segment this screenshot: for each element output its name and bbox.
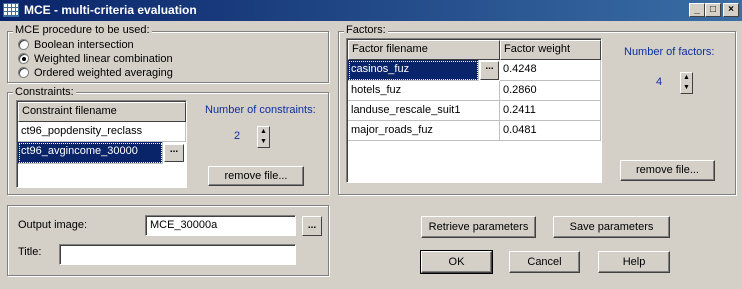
radio-ordered-weighted-averaging[interactable]: Ordered weighted averaging bbox=[18, 67, 173, 79]
factor-weight-header[interactable]: Factor weight bbox=[500, 40, 601, 60]
factor-weight-cell[interactable]: 0.2860 bbox=[500, 81, 601, 101]
constraint-filename-header[interactable]: Constraint filename bbox=[18, 102, 186, 122]
help-button[interactable]: Help bbox=[598, 251, 670, 273]
factor-weight-cell[interactable]: 0.4248 bbox=[500, 60, 601, 81]
close-button[interactable]: × bbox=[723, 3, 739, 17]
title-bar[interactable]: MCE - multi-criteria evaluation _ □ × bbox=[0, 0, 742, 21]
factors-group-label: Factors: bbox=[344, 24, 388, 36]
constraints-count-label: Number of constraints: bbox=[205, 104, 316, 116]
factors-remove-file-button[interactable]: remove file... bbox=[620, 160, 715, 181]
output-image-field[interactable]: MCE_30000a bbox=[145, 215, 296, 236]
spin-up-icon[interactable]: ▲ bbox=[258, 127, 269, 137]
constraint-row-selected[interactable]: ct96_avgincome_30000 bbox=[18, 142, 163, 164]
factor-filename-header[interactable]: Factor filename bbox=[348, 40, 500, 60]
constraints-group-label: Constraints: bbox=[13, 86, 76, 98]
constraint-row[interactable]: ct96_popdensity_reclass bbox=[18, 122, 186, 142]
factor-filename-cell[interactable]: landuse_rescale_suit1 bbox=[348, 101, 500, 121]
radio-button-checked[interactable] bbox=[18, 53, 29, 64]
title-label: Title: bbox=[18, 246, 42, 258]
factors-count-label: Number of factors: bbox=[624, 46, 715, 58]
radio-button[interactable] bbox=[18, 39, 29, 50]
radio-button[interactable] bbox=[18, 67, 29, 78]
ok-button[interactable]: OK bbox=[420, 250, 493, 274]
constraints-count-spinner[interactable]: ▲ ▼ bbox=[257, 126, 270, 148]
factor-filename-cell-selected[interactable]: casinos_fuz bbox=[348, 60, 479, 81]
factors-count-spinner[interactable]: ▲ ▼ bbox=[680, 72, 693, 94]
title-field[interactable] bbox=[59, 244, 296, 265]
minimize-button[interactable]: _ bbox=[689, 3, 705, 17]
constraints-count-value: 2 bbox=[234, 130, 241, 142]
maximize-button[interactable]: □ bbox=[705, 3, 721, 17]
save-parameters-button[interactable]: Save parameters bbox=[553, 216, 670, 238]
app-grid-icon bbox=[3, 3, 19, 17]
factors-count-value: 4 bbox=[656, 76, 663, 88]
spin-down-icon[interactable]: ▼ bbox=[681, 83, 692, 93]
constraints-list[interactable]: Constraint filename ct96_popdensity_recl… bbox=[16, 100, 187, 188]
spin-up-icon[interactable]: ▲ bbox=[681, 73, 692, 83]
output-browse-button[interactable]: ... bbox=[302, 216, 322, 236]
retrieve-parameters-button[interactable]: Retrieve parameters bbox=[421, 216, 536, 238]
constraint-browse-button[interactable]: ... bbox=[164, 144, 184, 162]
factor-weight-cell[interactable]: 0.2411 bbox=[500, 101, 601, 121]
factor-browse-button[interactable]: ... bbox=[480, 61, 499, 80]
radio-weighted-linear-combination[interactable]: Weighted linear combination bbox=[18, 53, 173, 65]
constraints-remove-file-button[interactable]: remove file... bbox=[208, 166, 304, 186]
factor-filename-cell[interactable]: major_roads_fuz bbox=[348, 121, 500, 141]
output-image-label: Output image: bbox=[18, 219, 88, 231]
factor-weight-cell[interactable]: 0.0481 bbox=[500, 121, 601, 141]
procedure-group-label: MCE procedure to be used: bbox=[13, 24, 152, 36]
radio-boolean-intersection[interactable]: Boolean intersection bbox=[18, 39, 134, 51]
cancel-button[interactable]: Cancel bbox=[509, 251, 580, 273]
factor-filename-cell[interactable]: hotels_fuz bbox=[348, 81, 500, 101]
spin-down-icon[interactable]: ▼ bbox=[258, 137, 269, 147]
factors-table[interactable]: Factor filename Factor weight casinos_fu… bbox=[346, 38, 602, 183]
window-title: MCE - multi-criteria evaluation bbox=[24, 3, 197, 17]
